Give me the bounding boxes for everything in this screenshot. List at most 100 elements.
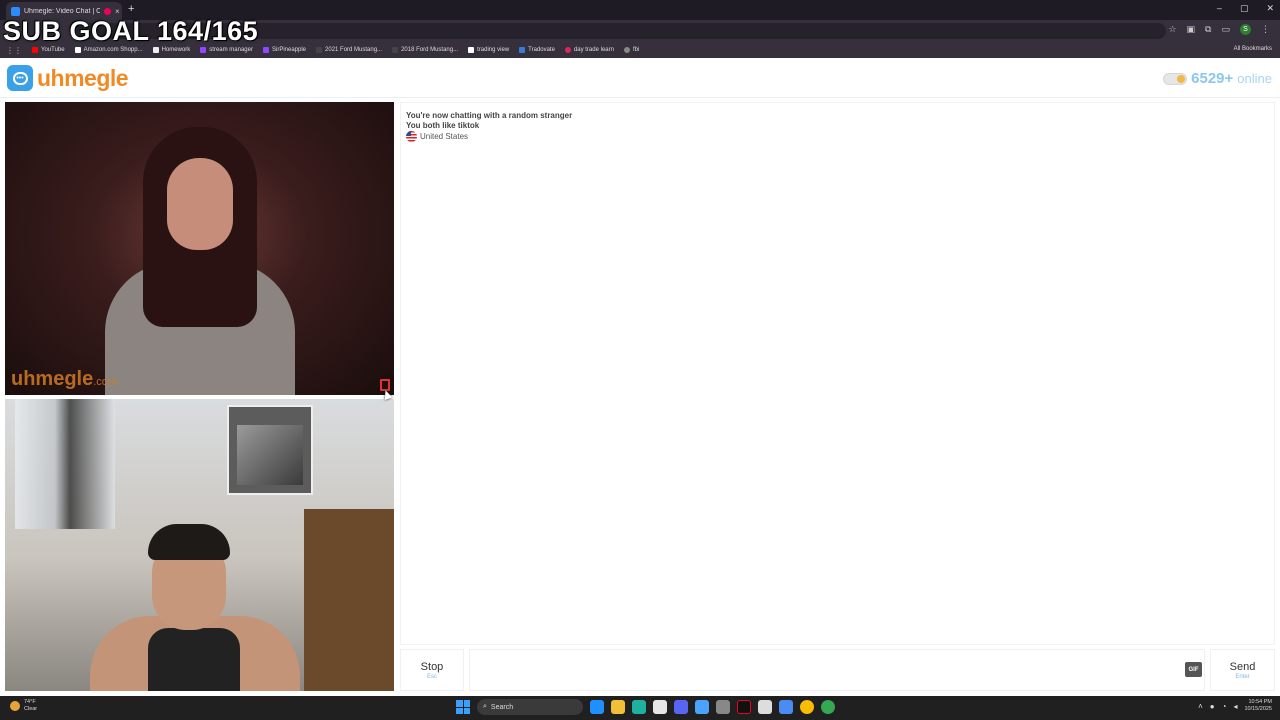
edge-icon[interactable] [632, 700, 646, 714]
tray-chevron-icon[interactable]: ˄ [1198, 702, 1203, 711]
search-label: Search [490, 703, 514, 711]
profile-avatar[interactable]: S [1240, 24, 1251, 35]
stranger-video: uhmegle.com [5, 102, 394, 395]
stranger-figure [105, 122, 295, 395]
clock-time: 10:54 PM [1248, 699, 1272, 705]
extensions-puzzle-icon[interactable]: ⧉ [1205, 24, 1211, 35]
bookmark-homework[interactable]: Homework [152, 47, 190, 53]
chat-bubble-logo-icon[interactable]: ••• [7, 65, 33, 91]
common-interest-message: You both like tiktok [406, 121, 480, 130]
search-icon: ⌕ [483, 703, 487, 710]
steam-icon[interactable] [590, 700, 604, 714]
bookmark-fbi[interactable]: fbi [623, 47, 639, 53]
settings-gear-icon[interactable] [716, 700, 730, 714]
homework-icon [152, 47, 159, 53]
tradovate-icon [519, 47, 526, 53]
chat-controls: Stop Esc GIF Send Enter [400, 649, 1275, 691]
new-tab-button[interactable]: + [128, 3, 134, 15]
send-label: Send [1229, 660, 1256, 673]
ford-icon [392, 47, 399, 53]
clock-date: 10/15/2025 [1244, 706, 1272, 712]
theme-toggle[interactable] [1163, 72, 1188, 85]
online-count: 6529+ [1191, 70, 1234, 87]
gif-button[interactable]: GIF [1185, 662, 1202, 677]
twitch-icon [200, 47, 207, 53]
chat-log[interactable]: You're now chatting with a random strang… [400, 102, 1275, 645]
all-bookmarks-button[interactable]: All Bookmarks [1234, 46, 1272, 52]
tiktok-icon[interactable] [737, 700, 751, 714]
bookmark-stream-manager[interactable]: stream manager [200, 47, 253, 53]
file-explorer-icon[interactable] [611, 700, 625, 714]
chrome-icon[interactable] [800, 700, 814, 714]
extension-icon[interactable]: ▣ [1187, 24, 1196, 35]
self-video [5, 399, 394, 691]
screen: Uhmegle: Video Chat | Om... × + – ▢ ✕ ☆ … [0, 0, 1280, 720]
online-label: online [1237, 71, 1272, 86]
windows-start-icon[interactable] [456, 700, 470, 714]
microphone-icon[interactable]: ● [1210, 702, 1215, 711]
wifi-icon[interactable]: ◔ [1222, 702, 1227, 711]
window-controls: – ▢ ✕ [1217, 3, 1274, 14]
taskbar-clock[interactable]: 10:54 PM 10/15/2025 [1244, 699, 1272, 713]
send-button[interactable]: Send Enter [1210, 649, 1275, 691]
bookmark-ford-2021[interactable]: 2021 Ford Mustang... [316, 47, 382, 53]
photos-icon[interactable] [695, 700, 709, 714]
sidebar-icon[interactable]: ▭ [1221, 24, 1230, 35]
weather-desc: Clear [24, 706, 38, 712]
tab-title: Uhmegle: Video Chat | Om... [24, 7, 100, 15]
weather-temp: 74°F [24, 699, 36, 705]
minimize-button[interactable]: – [1217, 3, 1222, 14]
windows-taskbar: 74°F Clear ⌕ Search ˄ ● ◔ ◂ 10:54 PM 10/… [0, 696, 1280, 720]
bookmark-tradovate[interactable]: Tradovate [519, 47, 555, 53]
chrome-active-icon[interactable] [821, 700, 835, 714]
volume-icon[interactable]: ◂ [1233, 702, 1237, 711]
close-window-button[interactable]: ✕ [1266, 3, 1274, 14]
message-input[interactable] [469, 649, 1205, 691]
twitch-icon [262, 47, 269, 53]
discord-icon[interactable] [674, 700, 688, 714]
country-name: United States [420, 132, 469, 141]
send-hint: Enter [1235, 673, 1250, 680]
ford-icon [316, 47, 323, 53]
wall-poster [227, 405, 313, 495]
tab-favicon-icon [11, 6, 20, 16]
site-logo[interactable]: uhmegle [37, 65, 129, 92]
tab-close-icon[interactable]: × [115, 7, 120, 16]
bookmark-ford-2018[interactable]: 2018 Ford Mustang... [392, 47, 458, 53]
bookmark-trading-view[interactable]: trading view [468, 47, 509, 53]
us-flag-icon [406, 131, 417, 142]
bookmark-amazon[interactable]: Amazon.com Shopp... [74, 47, 143, 53]
weather-widget[interactable]: 74°F Clear [10, 699, 37, 713]
online-indicator: 6529+ online [1163, 70, 1272, 87]
store-icon[interactable] [653, 700, 667, 714]
shelf [304, 509, 394, 691]
bookmark-sirpineapple[interactable]: SirPineapple [262, 47, 306, 53]
tradingview-icon [468, 47, 475, 53]
system-tray: ˄ ● ◔ ◂ 10:54 PM 10/15/2025 [1198, 699, 1272, 713]
stop-hint: Esc [426, 673, 437, 680]
stop-button[interactable]: Stop Esc [400, 649, 464, 691]
recording-icon [104, 7, 111, 15]
globe-icon [623, 47, 630, 53]
moon-weather-icon [10, 701, 20, 711]
toolbar-icons: ☆ ▣ ⧉ ▭ S ⋮ [1168, 24, 1270, 35]
bookmark-youtube[interactable]: YouTube [32, 47, 65, 53]
amazon-icon [74, 47, 81, 53]
taskbar-search[interactable]: ⌕ Search [477, 699, 583, 715]
daytrade-icon [564, 47, 571, 53]
sub-goal-overlay: SUB GOAL 164/165 [3, 16, 259, 46]
network-app-icon[interactable] [779, 700, 793, 714]
bookmark-star-icon[interactable]: ☆ [1168, 24, 1176, 35]
menu-dots-icon[interactable]: ⋮ [1261, 24, 1270, 35]
stranger-country: United States [406, 131, 468, 142]
maximize-button[interactable]: ▢ [1240, 3, 1249, 14]
youtube-icon [32, 47, 38, 53]
video-watermark: uhmegle.com [11, 368, 118, 390]
system-message: You're now chatting with a random strang… [406, 111, 573, 120]
taskbar-apps: ⌕ Search [456, 699, 835, 715]
site-header: ••• uhmegle 6529+ online [0, 60, 1280, 98]
obs-icon[interactable] [758, 700, 772, 714]
bookmark-day-trade-learn[interactable]: day trade learn [564, 47, 614, 53]
stop-label: Stop [420, 660, 444, 673]
self-figure [90, 524, 300, 691]
